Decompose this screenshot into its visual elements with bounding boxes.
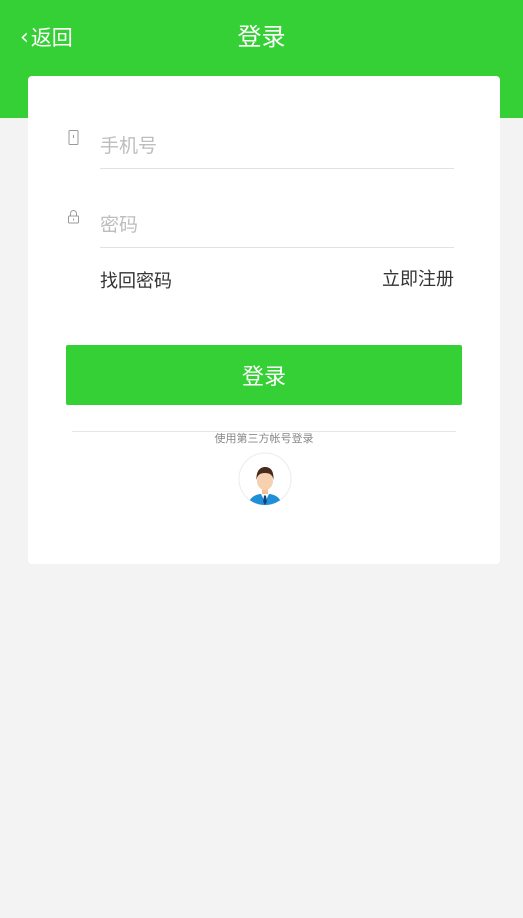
third-party-login-label: 使用第三方帐号登录 (214, 432, 314, 445)
phone-input[interactable] (100, 128, 454, 164)
password-input[interactable] (100, 207, 454, 243)
phone-icon (68, 130, 79, 145)
login-card: 找回密码 立即注册 登录 使用第三方帐号登录 (28, 76, 500, 564)
forgot-password-link[interactable]: 找回密码 (100, 267, 172, 293)
page-title: 登录 (237, 23, 286, 51)
lock-icon (68, 210, 79, 224)
user-avatar-icon[interactable] (238, 452, 292, 506)
register-link[interactable]: 立即注册 (382, 265, 454, 291)
phone-field (68, 128, 454, 169)
login-button[interactable]: 登录 (66, 345, 462, 405)
password-field (68, 207, 454, 248)
